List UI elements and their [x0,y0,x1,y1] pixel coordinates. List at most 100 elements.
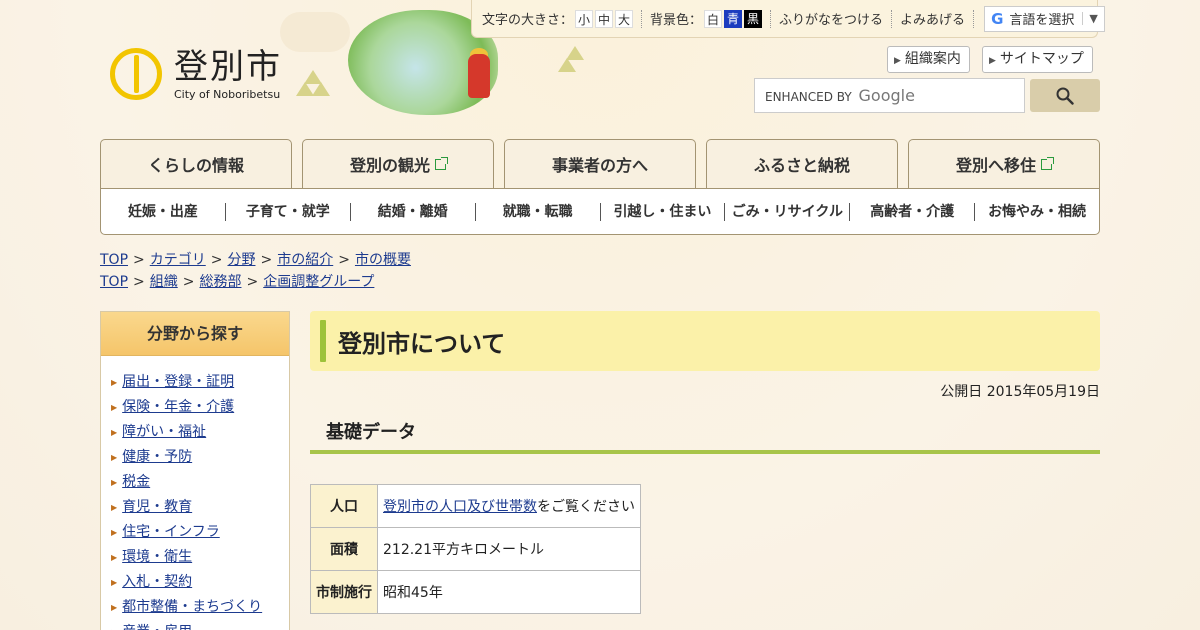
sidebar-item-link[interactable]: 障がい・福祉 [122,420,206,445]
sidebar-item-link[interactable]: 保険・年金・介護 [122,395,234,420]
main-nav-tab-label: 事業者の方へ [551,156,648,175]
sidebar-item: ▶ 環境・衛生 [111,545,289,570]
breadcrumb-link[interactable]: 市の概要 [355,252,411,268]
sub-nav-item[interactable]: お悔やみ・相続 [974,202,1099,221]
breadcrumb-separator: > [182,274,195,290]
category-sidebar: 分野から探す ▶ 届出・登録・証明 ▶ 保険・年金・介護 ▶ 障がい・福祉 ▶ 健康・予防 ▶ 税… [100,311,290,630]
breadcrumb-link[interactable]: TOP [100,274,128,290]
sidebar-item: ▶ 都市整備・まちづくり [111,595,289,620]
published-date: 公開日 2015年05月19日 [940,384,1100,400]
sidebar-item-link[interactable]: 届出・登録・証明 [122,370,234,395]
sub-nav-item[interactable]: 子育て・就学 [224,202,350,221]
sidebar-item: ▶ 届出・登録・証明 [111,370,289,395]
sidebar-item-link[interactable]: 環境・衛生 [122,545,192,570]
table-header-cell: 市制施行 [310,570,378,614]
triangle-right-icon: ▶ [111,403,118,412]
divider [641,9,643,28]
triangle-right-icon: ▶ [111,478,118,487]
sidebar-item-link[interactable]: 産業・雇用 [122,620,192,630]
main-nav-tab-label: ふるさと納税 [753,156,850,175]
utility-bar: 文字の大きさ： 小 中 大 背景色： 白 青 黒 ふりがなをつける よみあげる … [471,0,1105,38]
triangle-right-icon: ▶ [894,56,901,66]
main-nav-tab-label: くらしの情報 [147,156,244,175]
bg-black-button[interactable]: 黒 [744,9,763,28]
city-emblem-icon [110,48,162,100]
sidebar-item-link[interactable]: 健康・予防 [122,445,192,470]
main-nav-tab[interactable]: 事業者の方へ [504,139,696,188]
breadcrumb-link[interactable]: 企画調整グループ [263,274,374,290]
sidebar-item-link[interactable]: 都市整備・まちづくり [122,595,262,620]
sub-nav-item[interactable]: 結婚・離婚 [349,202,475,221]
breadcrumb-separator: > [338,252,350,268]
sidebar-item: ▶ 入札・契約 [111,570,289,595]
google-g-icon: G [991,9,1004,28]
search-button[interactable] [1030,79,1100,112]
page-title: 登別市について [338,329,506,358]
furigana-link[interactable]: ふりがなをつける [779,9,883,28]
main-nav-tab[interactable]: 登別へ移住 [908,139,1100,188]
page-title-box: 登別市について [310,311,1100,371]
breadcrumb-separator: > [246,274,259,290]
table-header-cell: 面積 [310,527,378,571]
sidebar-item-link[interactable]: 税金 [122,470,150,495]
site-logo[interactable]: 登別市 City of Noboribetsu [110,48,282,101]
main-nav-tab[interactable]: ふるさと納税 [706,139,898,188]
triangle-right-icon: ▶ [111,428,118,437]
org-guide-link[interactable]: ▶ 組織案内 [887,46,970,73]
font-size-control: 文字の大きさ： 小 中 大 [482,9,634,28]
search-input[interactable]: ENHANCED BY Google [754,78,1025,113]
population-link[interactable]: 登別市の人口及び世帯数 [383,499,537,515]
main-nav-tab[interactable]: 登別の観光 [302,139,494,188]
table-row: 人口 登別市の人口及び世帯数をご覧ください [310,484,641,528]
breadcrumb: TOP > 組織 > 総務部 > 企画調整グループ [100,271,374,291]
read-aloud-link[interactable]: よみあげる [900,9,965,28]
breadcrumb-separator: > [210,252,223,268]
breadcrumb-link[interactable]: 分野 [227,252,255,268]
breadcrumb-link[interactable]: 市の紹介 [277,252,333,268]
sidebar-item: ▶ 育児・教育 [111,495,289,520]
font-size-small-button[interactable]: 小 [575,9,594,28]
main-navigation: くらしの情報 登別の観光 事業者の方へ ふるさと納税 登別へ移住 妊娠・出産 子育て・就学… [100,139,1100,235]
triangle-right-icon: ▶ [111,553,118,562]
bg-blue-button[interactable]: 青 [724,9,743,28]
table-row: 市制施行 昭和45年 [310,570,641,614]
sub-nav-item[interactable]: 就職・転職 [474,202,600,221]
sidebar-heading: 分野から探す [101,312,289,356]
font-size-medium-button[interactable]: 中 [595,9,614,28]
sub-nav-item[interactable]: 高齢者・介護 [849,202,974,221]
sidebar-item-link[interactable]: 住宅・インフラ [122,520,220,545]
main-nav-tab-label: 登別の観光 [349,156,430,175]
breadcrumb-separator: > [133,274,145,290]
sub-nav-item[interactable]: ごみ・リサイクル [724,202,849,221]
title-accent-bar [320,320,326,362]
table-cell: 昭和45年 [377,570,641,614]
org-guide-label: 組織案内 [904,51,961,67]
font-size-large-button[interactable]: 大 [615,9,634,28]
table-cell: 登別市の人口及び世帯数をご覧ください [377,484,641,528]
sub-nav-item[interactable]: 引越し・住まい [599,202,725,221]
table-row: 面積 212.21平方キロメートル [310,527,641,571]
breadcrumb-link[interactable]: カテゴリ [150,252,206,268]
main-nav-tab[interactable]: くらしの情報 [100,139,292,188]
bg-color-control: 背景色： 白 青 黒 [650,9,763,28]
triangle-right-icon: ▶ [111,503,118,512]
external-link-icon [435,156,448,170]
breadcrumb-link[interactable]: TOP [100,252,128,268]
table-cell-text: をご覧ください [537,499,635,515]
language-select[interactable]: G 言語を選択 ▼ [984,5,1105,32]
search-branding: ENHANCED BY [765,90,852,104]
sub-nav-item[interactable]: 妊娠・出産 [101,203,225,221]
table-header-cell: 人口 [310,484,378,528]
triangle-right-icon: ▶ [111,528,118,537]
bg-white-button[interactable]: 白 [704,9,723,28]
breadcrumb-link[interactable]: 組織 [150,274,178,290]
sidebar-item: ▶ 保険・年金・介護 [111,395,289,420]
breadcrumb-link[interactable]: 総務部 [199,274,241,290]
breadcrumb-separator: > [260,252,273,268]
table-cell: 212.21平方キロメートル [377,527,641,571]
sitemap-link[interactable]: ▶ サイトマップ [982,46,1093,73]
sidebar-item-link[interactable]: 育児・教育 [122,495,192,520]
divider [770,9,772,28]
sidebar-item-link[interactable]: 入札・契約 [122,570,192,595]
external-link-icon [1041,156,1054,170]
